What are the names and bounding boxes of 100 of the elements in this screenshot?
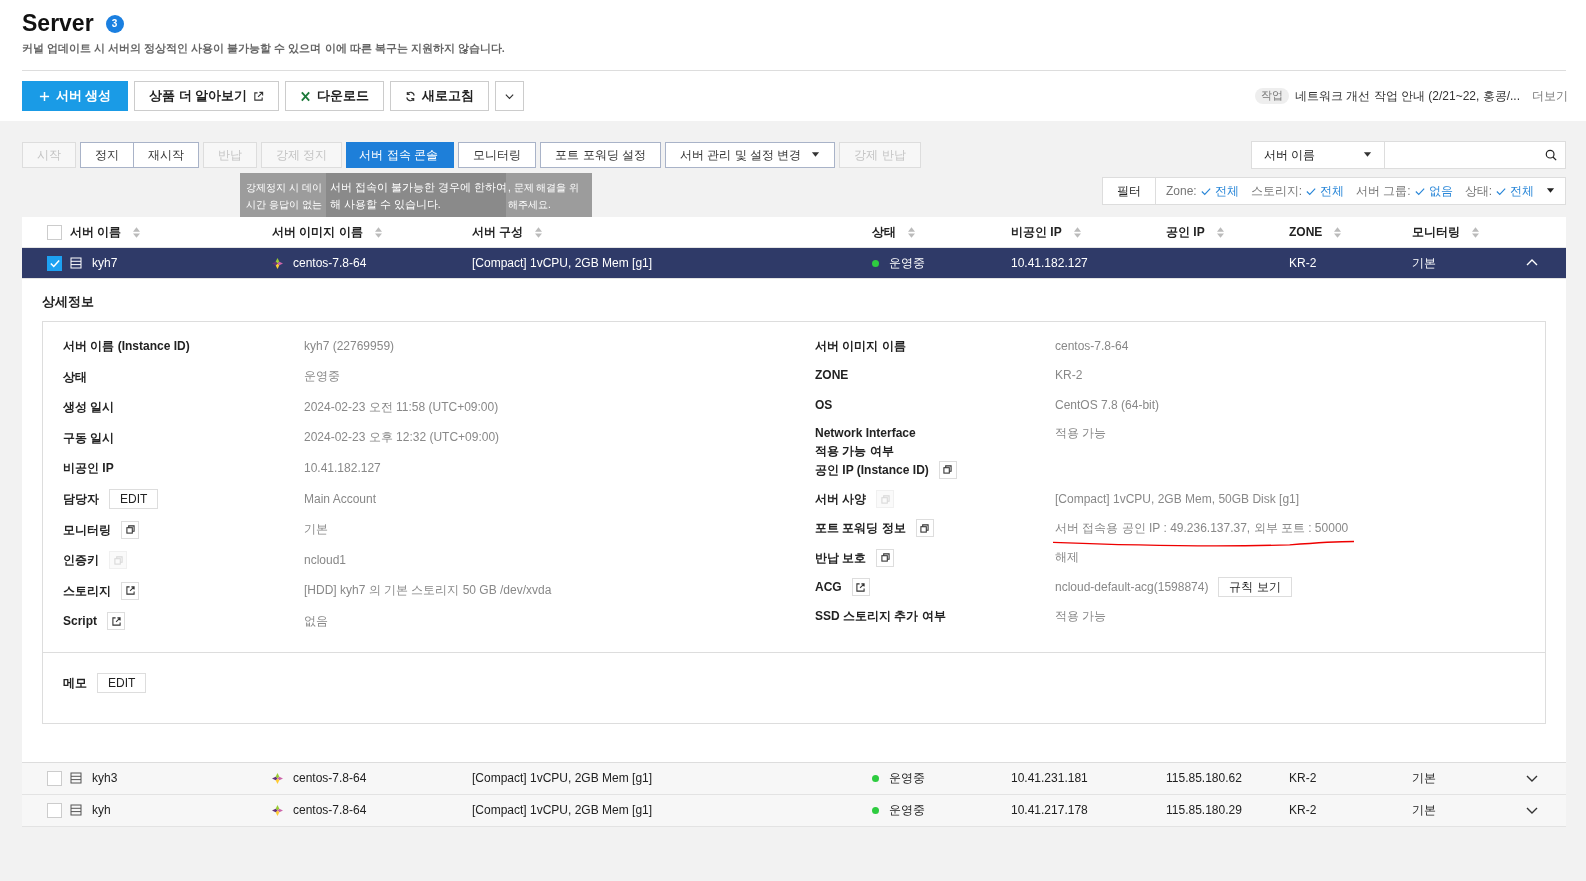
action-button[interactable]: 서버 접속 콘솔 bbox=[346, 142, 455, 168]
column-header[interactable]: 서버 구성 bbox=[472, 223, 524, 241]
filter-bar[interactable]: 필터 Zone: 전체 스토리지: 전체 서버 그룹: 없음 상태: 전체 bbox=[1101, 177, 1566, 205]
notice-text: 커널 업데이트 시 서버의 정상적인 사용이 불가능할 수 있으며 이에 따른 복구는 지원하지 않습니다. bbox=[22, 41, 1566, 71]
copy-button[interactable] bbox=[938, 460, 957, 479]
filter-key: 서버 그룹: bbox=[1356, 182, 1411, 200]
plus-icon bbox=[39, 90, 50, 102]
table-row[interactable]: kyh7 centos-7.8-64 [Compact] 1vCPU, 2GB Mem [g1] 운영중 10.41.182.127 KR-2 기본 bbox=[22, 248, 1566, 279]
more-link[interactable]: 더보기 bbox=[1532, 87, 1568, 105]
checkbox[interactable] bbox=[47, 770, 62, 786]
table-cell: centos-7.8-64 bbox=[293, 256, 367, 270]
refresh-button[interactable]: 새로고침 bbox=[390, 81, 490, 111]
action-button[interactable]: 정지 bbox=[80, 142, 134, 168]
external-link-icon bbox=[856, 582, 866, 592]
table-cell: kyh7 bbox=[92, 256, 118, 270]
field-label: 담당자 bbox=[63, 490, 99, 508]
sort-icon[interactable] bbox=[133, 226, 141, 238]
download-button[interactable]: 다운로드 bbox=[285, 81, 385, 111]
column-header[interactable]: 서버 이름 bbox=[70, 223, 122, 241]
field-value: 적용 가능 bbox=[1055, 607, 1107, 625]
copy-button[interactable] bbox=[915, 519, 934, 538]
copy-button[interactable] bbox=[121, 520, 139, 539]
column-header[interactable]: 서버 이미지 이름 bbox=[272, 223, 363, 241]
column-header[interactable]: 비공인 IP bbox=[1011, 223, 1062, 241]
filter-value: 전체 bbox=[1320, 182, 1344, 200]
server-icon bbox=[70, 772, 82, 785]
table-cell: KR-2 bbox=[1289, 803, 1317, 818]
view-rules-button[interactable]: 규칙 보기 bbox=[1218, 577, 1292, 598]
external-link-button[interactable] bbox=[121, 581, 139, 600]
checkbox[interactable] bbox=[47, 802, 62, 818]
copy-icon bbox=[943, 465, 953, 475]
field-value: 2024-02-23 오전 11:58 (UTC+09:00) bbox=[304, 398, 499, 416]
column-header[interactable]: ZONE bbox=[1289, 225, 1323, 239]
filter-value: 없음 bbox=[1428, 182, 1453, 200]
table-cell: 기본 bbox=[1412, 769, 1436, 787]
external-link-icon bbox=[125, 586, 135, 596]
action-button[interactable]: 서버 관리 및 설정 변경 bbox=[665, 142, 836, 168]
field-label: 스토리지 bbox=[63, 582, 111, 600]
table-cell: 기본 bbox=[1412, 801, 1436, 819]
table-row[interactable]: kyh3 centos-7.8-64 [Compact] 1vCPU, 2GB Mem [g1] 운영중 10.41.231.181 115.85.180.62 KR-2 기본 bbox=[22, 762, 1566, 795]
copy-icon bbox=[125, 525, 135, 535]
field-value: ncloud-default-acg(1598874) bbox=[1055, 580, 1209, 595]
copy-icon bbox=[920, 524, 930, 533]
copy-icon bbox=[880, 494, 890, 504]
table-cell: centos-7.8-64 bbox=[293, 771, 367, 786]
field-value: [HDD] kyh7 의 기본 스토리지 50 GB /dev/xvda bbox=[304, 582, 552, 600]
sort-icon[interactable] bbox=[1073, 226, 1081, 238]
edit-button[interactable]: EDIT bbox=[109, 488, 159, 509]
field-label: Script bbox=[63, 613, 97, 631]
tooltip-text: 해 사용할 수 있습니다. bbox=[330, 197, 442, 212]
field-label: ZONE bbox=[815, 367, 849, 385]
table-cell: 기본 bbox=[1412, 254, 1436, 272]
os-logo-icon bbox=[272, 257, 283, 269]
field-label: 서버 이미지 이름 bbox=[815, 338, 906, 355]
field-label: 공인 IP (Instance ID) bbox=[815, 461, 929, 479]
action-button[interactable]: 재시작 bbox=[133, 142, 199, 168]
edit-button[interactable]: EDIT bbox=[97, 672, 147, 693]
table-cell: 10.41.231.181 bbox=[1011, 771, 1088, 786]
sort-icon[interactable] bbox=[374, 226, 382, 238]
sort-icon[interactable] bbox=[908, 226, 915, 238]
field-value: 없음 bbox=[304, 612, 328, 630]
external-link-button[interactable] bbox=[107, 612, 125, 631]
field-value: centos-7.8-64 bbox=[1055, 339, 1129, 353]
check-icon bbox=[1306, 186, 1316, 196]
announcement-link[interactable]: 네트워크 개선 작업 안내 (2/21~22, 홍콩/... bbox=[1294, 87, 1520, 105]
checkbox[interactable] bbox=[47, 224, 62, 240]
learn-more-button[interactable]: 상품 더 알아보기 bbox=[134, 81, 280, 111]
column-header[interactable]: 모니터링 bbox=[1412, 223, 1460, 241]
field-value: Main Account bbox=[304, 491, 377, 506]
sort-icon[interactable] bbox=[535, 226, 543, 238]
notice-tag: 작업 bbox=[1254, 88, 1289, 104]
table-cell: 115.85.180.62 bbox=[1166, 771, 1242, 786]
tooltip-text: , 문제 해결을 위 bbox=[508, 181, 581, 195]
check-icon bbox=[1200, 186, 1211, 196]
field-value: [Compact] 1vCPU, 2GB Mem, 50GB Disk [g1] bbox=[1055, 492, 1300, 507]
action-button[interactable]: 모니터링 bbox=[458, 142, 537, 168]
tooltip-text: 강제정지 시 데이 bbox=[246, 181, 323, 195]
table-cell: kyh3 bbox=[92, 771, 118, 786]
table-cell: kyh bbox=[92, 803, 111, 818]
copy-icon bbox=[880, 553, 890, 563]
field-label: 구동 일시 bbox=[63, 429, 115, 447]
table-row[interactable]: kyh centos-7.8-64 [Compact] 1vCPU, 2GB Mem [g1] 운영중 10.41.217.178 115.85.180.29 KR-2 기본 bbox=[22, 794, 1566, 827]
caret-icon bbox=[1546, 188, 1555, 194]
external-link-icon bbox=[111, 616, 121, 626]
field-label: 반납 보호 bbox=[815, 549, 867, 567]
more-button[interactable] bbox=[495, 81, 525, 111]
action-button[interactable]: 포트 포워딩 설정 bbox=[540, 142, 661, 168]
field-label: 모니터링 bbox=[63, 521, 111, 539]
field-value: 10.41.182.127 bbox=[304, 461, 381, 476]
column-header[interactable]: 공인 IP bbox=[1166, 223, 1205, 241]
tooltip-text: 시간 응답이 없는 bbox=[246, 198, 323, 212]
sort-icon[interactable] bbox=[1334, 226, 1342, 238]
sort-icon[interactable] bbox=[1472, 226, 1479, 238]
external-link-button[interactable] bbox=[851, 578, 870, 597]
field-label: 인증키 bbox=[63, 552, 99, 570]
column-header[interactable]: 상태 bbox=[872, 223, 896, 241]
sort-icon[interactable] bbox=[1216, 226, 1224, 238]
checkbox[interactable] bbox=[47, 255, 62, 271]
copy-button[interactable] bbox=[876, 548, 895, 567]
field-label: Network Interface 적용 가능 여부 bbox=[815, 424, 916, 460]
